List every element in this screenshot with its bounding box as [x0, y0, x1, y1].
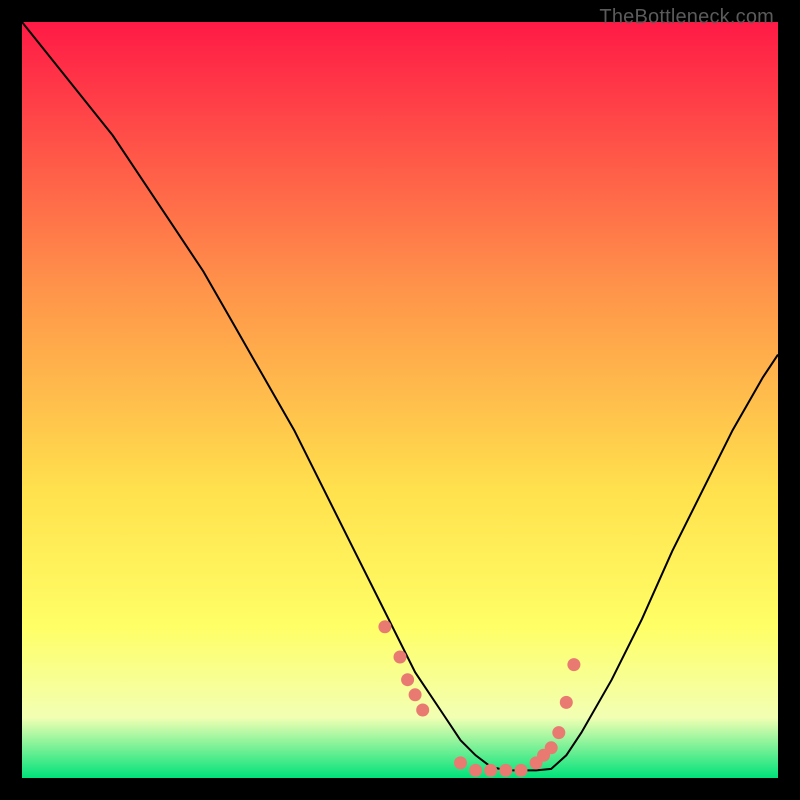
- marker-dot: [469, 764, 482, 777]
- chart-background: [22, 22, 778, 778]
- marker-dot: [394, 651, 407, 664]
- attribution-text: TheBottleneck.com: [599, 6, 774, 29]
- chart-frame: [22, 22, 778, 778]
- bottleneck-chart: [22, 22, 778, 778]
- marker-dot: [552, 726, 565, 739]
- marker-dot: [545, 741, 558, 754]
- marker-dot: [409, 688, 422, 701]
- marker-dot: [560, 696, 573, 709]
- marker-dot: [515, 764, 528, 777]
- marker-dot: [499, 764, 512, 777]
- marker-dot: [416, 704, 429, 717]
- marker-dot: [567, 658, 580, 671]
- marker-dot: [401, 673, 414, 686]
- marker-dot: [454, 756, 467, 769]
- marker-dot: [484, 764, 497, 777]
- marker-dot: [378, 620, 391, 633]
